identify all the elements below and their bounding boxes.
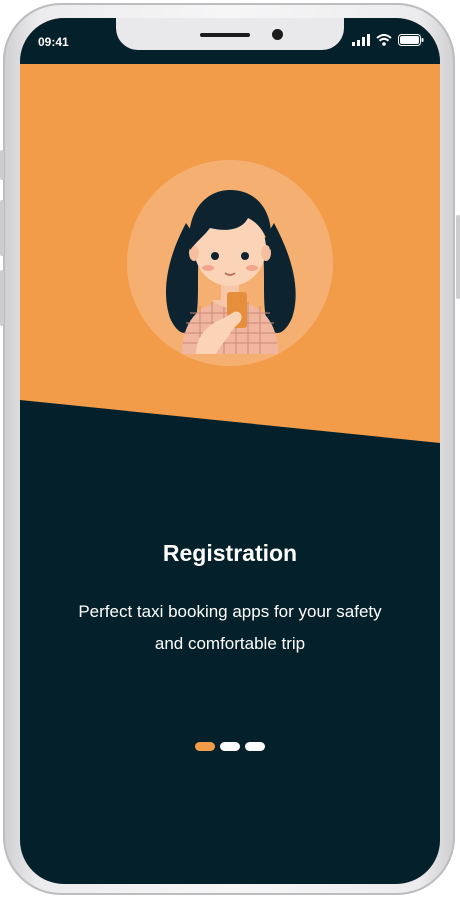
page-indicator[interactable] (20, 742, 440, 751)
page-dot-2[interactable] (220, 742, 240, 751)
onboarding-title: Registration (162, 540, 298, 566)
onboarding-subtitle: Perfect taxi booking apps for your safet… (78, 602, 382, 653)
page-dot-1[interactable] (195, 742, 215, 751)
volume-down-button (0, 270, 4, 326)
power-button (456, 215, 460, 299)
mute-switch (0, 150, 4, 180)
screen: 09:41 Registration Perfect taxi booking … (20, 18, 440, 884)
volume-up-button (0, 200, 4, 256)
onboarding-content: Registration Perfect taxi booking apps f… (20, 18, 440, 884)
page-dot-3[interactable] (245, 742, 265, 751)
